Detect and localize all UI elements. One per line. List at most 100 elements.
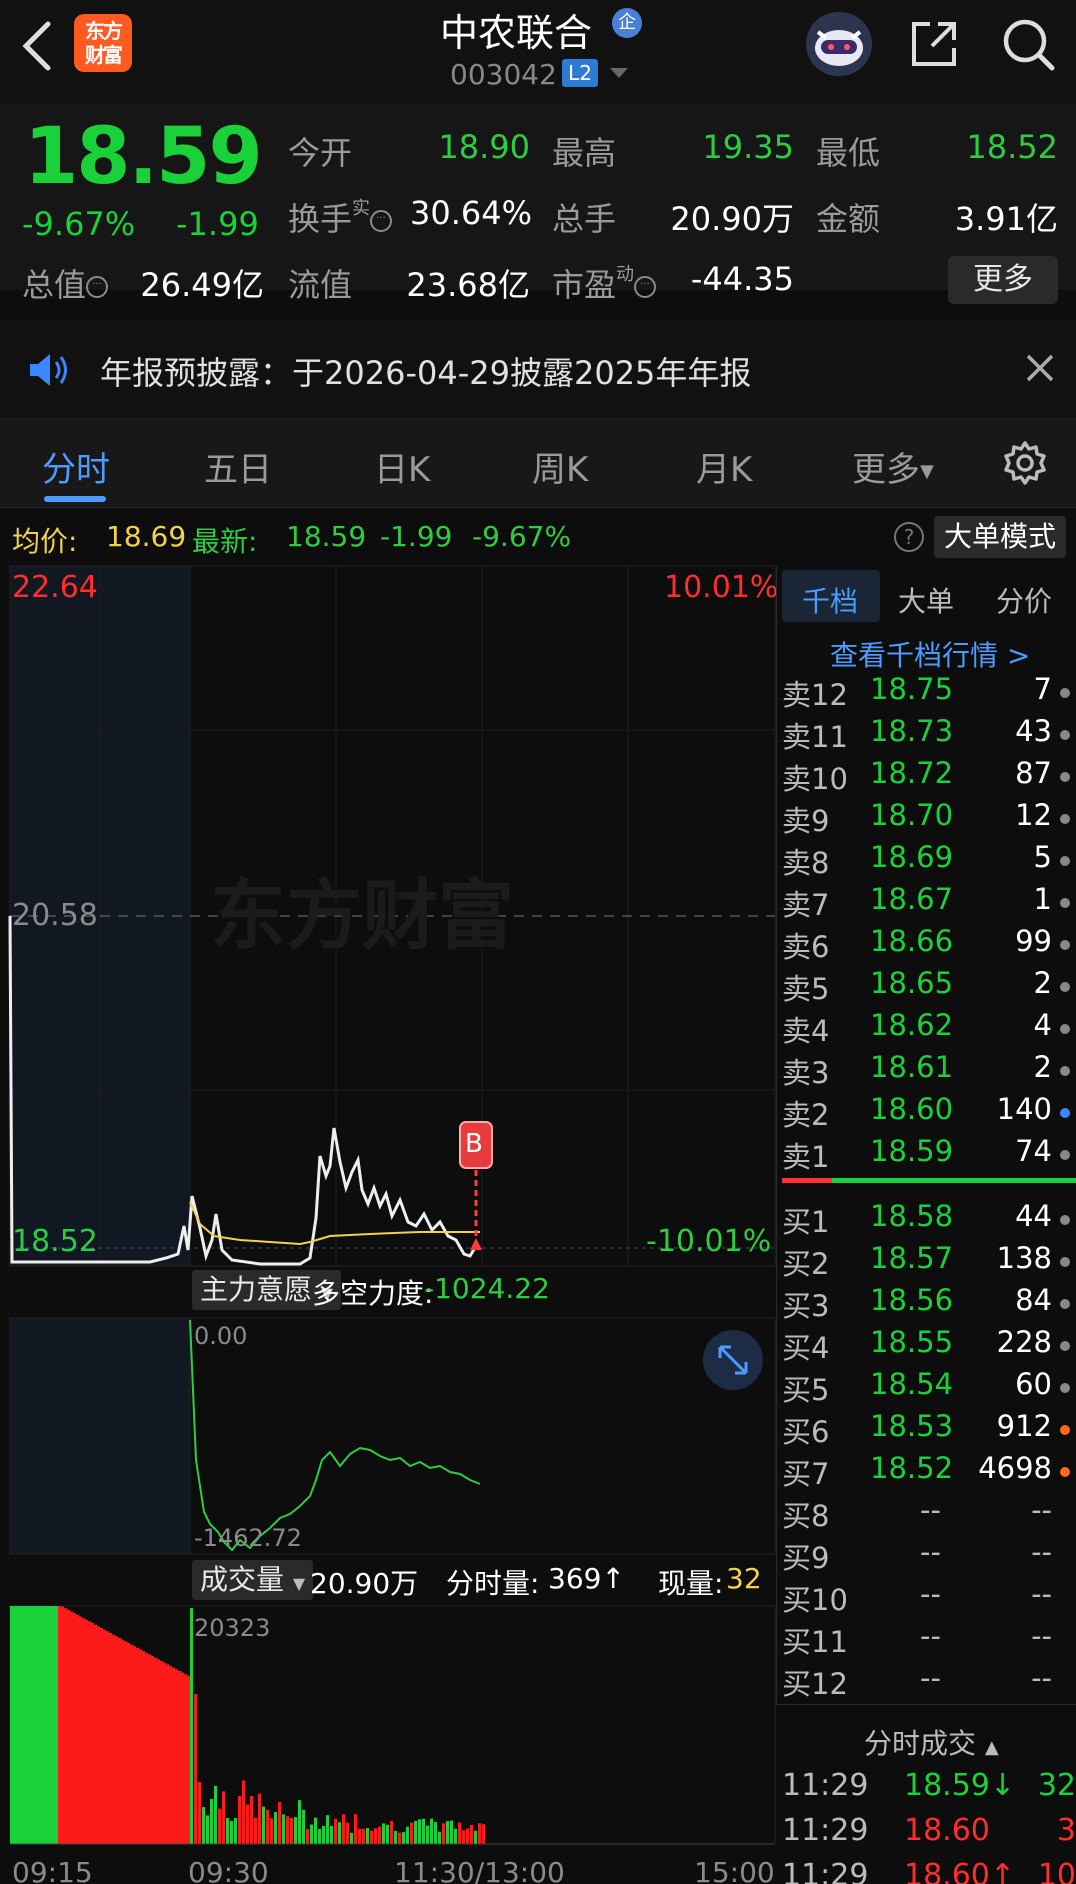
- volume-bar: [310, 1824, 313, 1844]
- tick-price: 18.60↑: [904, 1858, 1016, 1884]
- bid-row[interactable]: 买8 -- --: [782, 1493, 1076, 1535]
- volume-bar: [458, 1822, 461, 1844]
- volume-bar: [478, 1823, 481, 1844]
- ask-level-label: 卖12: [782, 678, 848, 712]
- bid-price: 18.56: [870, 1283, 954, 1317]
- volume-bar: [346, 1822, 349, 1844]
- volume-bar: [318, 1828, 321, 1844]
- bid-row[interactable]: 买4 18.55 228: [782, 1325, 1076, 1367]
- ask-row[interactable]: 卖7 18.67 1: [782, 882, 1076, 924]
- volume-bar: [46, 1606, 49, 1844]
- ask-price: 18.61: [870, 1050, 954, 1084]
- tick-volume-label: 分时量:: [446, 1567, 540, 1600]
- ask-row[interactable]: 卖1 18.59 74: [782, 1134, 1076, 1176]
- bid-row[interactable]: 买5 18.54 60: [782, 1367, 1076, 1409]
- gear-icon[interactable]: [1002, 440, 1048, 486]
- ask-level-label: 卖5: [782, 972, 830, 1006]
- volume-bar: [40, 1606, 43, 1844]
- bid-row[interactable]: 买7 18.52 4698: [782, 1451, 1076, 1493]
- assistant-robot-icon[interactable]: [806, 12, 872, 76]
- bid-row[interactable]: 买11 -- --: [782, 1619, 1076, 1661]
- volume-bar: [91, 1623, 94, 1844]
- ask-price: 18.73: [870, 714, 954, 748]
- ask-row[interactable]: 卖4 18.62 4: [782, 1008, 1076, 1050]
- ask-row[interactable]: 卖8 18.69 5: [782, 840, 1076, 882]
- bid-level-label: 买7: [782, 1457, 830, 1491]
- bid-level-label: 买2: [782, 1247, 830, 1281]
- bid-row[interactable]: 买3 18.56 84: [782, 1283, 1076, 1325]
- tick-price: 18.60: [904, 1813, 990, 1848]
- tab-more[interactable]: 更多▼: [852, 442, 934, 491]
- ask-row[interactable]: 卖2 18.60 140: [782, 1092, 1076, 1134]
- ask-row[interactable]: 卖6 18.66 99: [782, 924, 1076, 966]
- bid-price: --: [920, 1493, 941, 1527]
- help-icon[interactable]: ?: [894, 522, 924, 552]
- volume-bar: [28, 1606, 31, 1844]
- bid-row[interactable]: 买10 -- --: [782, 1577, 1076, 1619]
- book-tab-big-orders[interactable]: 大单: [898, 580, 954, 620]
- order-dot-icon: [1060, 1383, 1070, 1393]
- share-icon[interactable]: [908, 18, 960, 70]
- amount-value: 3.91亿: [954, 200, 1058, 238]
- bid-level-label: 买10: [782, 1583, 848, 1617]
- volume-bar: [157, 1659, 160, 1844]
- bid-row[interactable]: 买9 -- --: [782, 1535, 1076, 1577]
- volume-total: 20.90万: [310, 1567, 419, 1600]
- volume-bar: [258, 1793, 261, 1844]
- bid-row[interactable]: 买12 -- --: [782, 1661, 1076, 1703]
- book-tab-depth[interactable]: 千档: [802, 580, 858, 620]
- bid-volume: --: [1031, 1535, 1052, 1569]
- ask-row[interactable]: 卖3 18.61 2: [782, 1050, 1076, 1092]
- volume-bar: [358, 1828, 361, 1844]
- ask-volume: 12: [1015, 798, 1052, 832]
- close-icon[interactable]: [1022, 350, 1058, 386]
- bid-volume: 138: [996, 1241, 1052, 1275]
- volume-bar: [366, 1827, 369, 1844]
- volume-bar: [330, 1825, 333, 1844]
- search-icon[interactable]: [1000, 16, 1056, 72]
- volume-bar: [374, 1828, 377, 1844]
- ask-volume: 4: [1033, 1008, 1052, 1042]
- volume-bar: [118, 1637, 121, 1844]
- ticks-title[interactable]: 分时成交 ▲: [864, 1722, 999, 1762]
- big-order-mode-button[interactable]: 大单模式: [934, 516, 1066, 558]
- volume-bar: [184, 1674, 187, 1844]
- ask-row[interactable]: 卖11 18.73 43: [782, 714, 1076, 756]
- bid-row[interactable]: 买1 18.58 44: [782, 1199, 1076, 1241]
- volume-bar: [31, 1606, 34, 1844]
- volume-bar: [139, 1649, 142, 1844]
- volume-bar: [169, 1665, 172, 1844]
- volume-bar: [386, 1824, 389, 1844]
- tick-time: 11:29: [782, 1858, 869, 1884]
- tick-volume: 10: [1037, 1858, 1076, 1884]
- low-value: 18.52: [966, 128, 1058, 166]
- ask-level-label: 卖1: [782, 1140, 830, 1174]
- volume-bar: [88, 1621, 91, 1844]
- book-tab-price-dist[interactable]: 分价: [996, 580, 1052, 620]
- bid-row[interactable]: 买2 18.57 138: [782, 1241, 1076, 1283]
- ask-level-label: 卖2: [782, 1098, 830, 1132]
- volume-bar: [100, 1628, 103, 1844]
- volume-bar: [133, 1646, 136, 1844]
- view-depth-link[interactable]: 查看千档行情 >: [830, 634, 1030, 674]
- bid-row[interactable]: 买6 18.53 912: [782, 1409, 1076, 1451]
- volume-bar: [43, 1606, 46, 1844]
- volume-bar: [462, 1830, 465, 1844]
- bid-level-label: 买3: [782, 1289, 830, 1323]
- volume-bar: [446, 1821, 449, 1844]
- volume-bar: [198, 1782, 201, 1844]
- ask-level-label: 卖8: [782, 846, 830, 880]
- ask-row[interactable]: 卖12 18.75 7: [782, 672, 1076, 714]
- volume-bar: [148, 1654, 151, 1844]
- ask-row[interactable]: 卖9 18.70 12: [782, 798, 1076, 840]
- volume-selector[interactable]: 成交量 ▼: [192, 1560, 314, 1600]
- volume-bar: [350, 1832, 353, 1844]
- volume-bar: [342, 1814, 345, 1844]
- bid-level-label: 买9: [782, 1541, 830, 1575]
- ask-row[interactable]: 卖5 18.65 2: [782, 966, 1076, 1008]
- volume-bar: [210, 1798, 213, 1844]
- more-button[interactable]: 更多: [948, 256, 1058, 304]
- ask-row[interactable]: 卖10 18.72 87: [782, 756, 1076, 798]
- volume-bar: [426, 1825, 429, 1844]
- volume-bar: [266, 1809, 269, 1844]
